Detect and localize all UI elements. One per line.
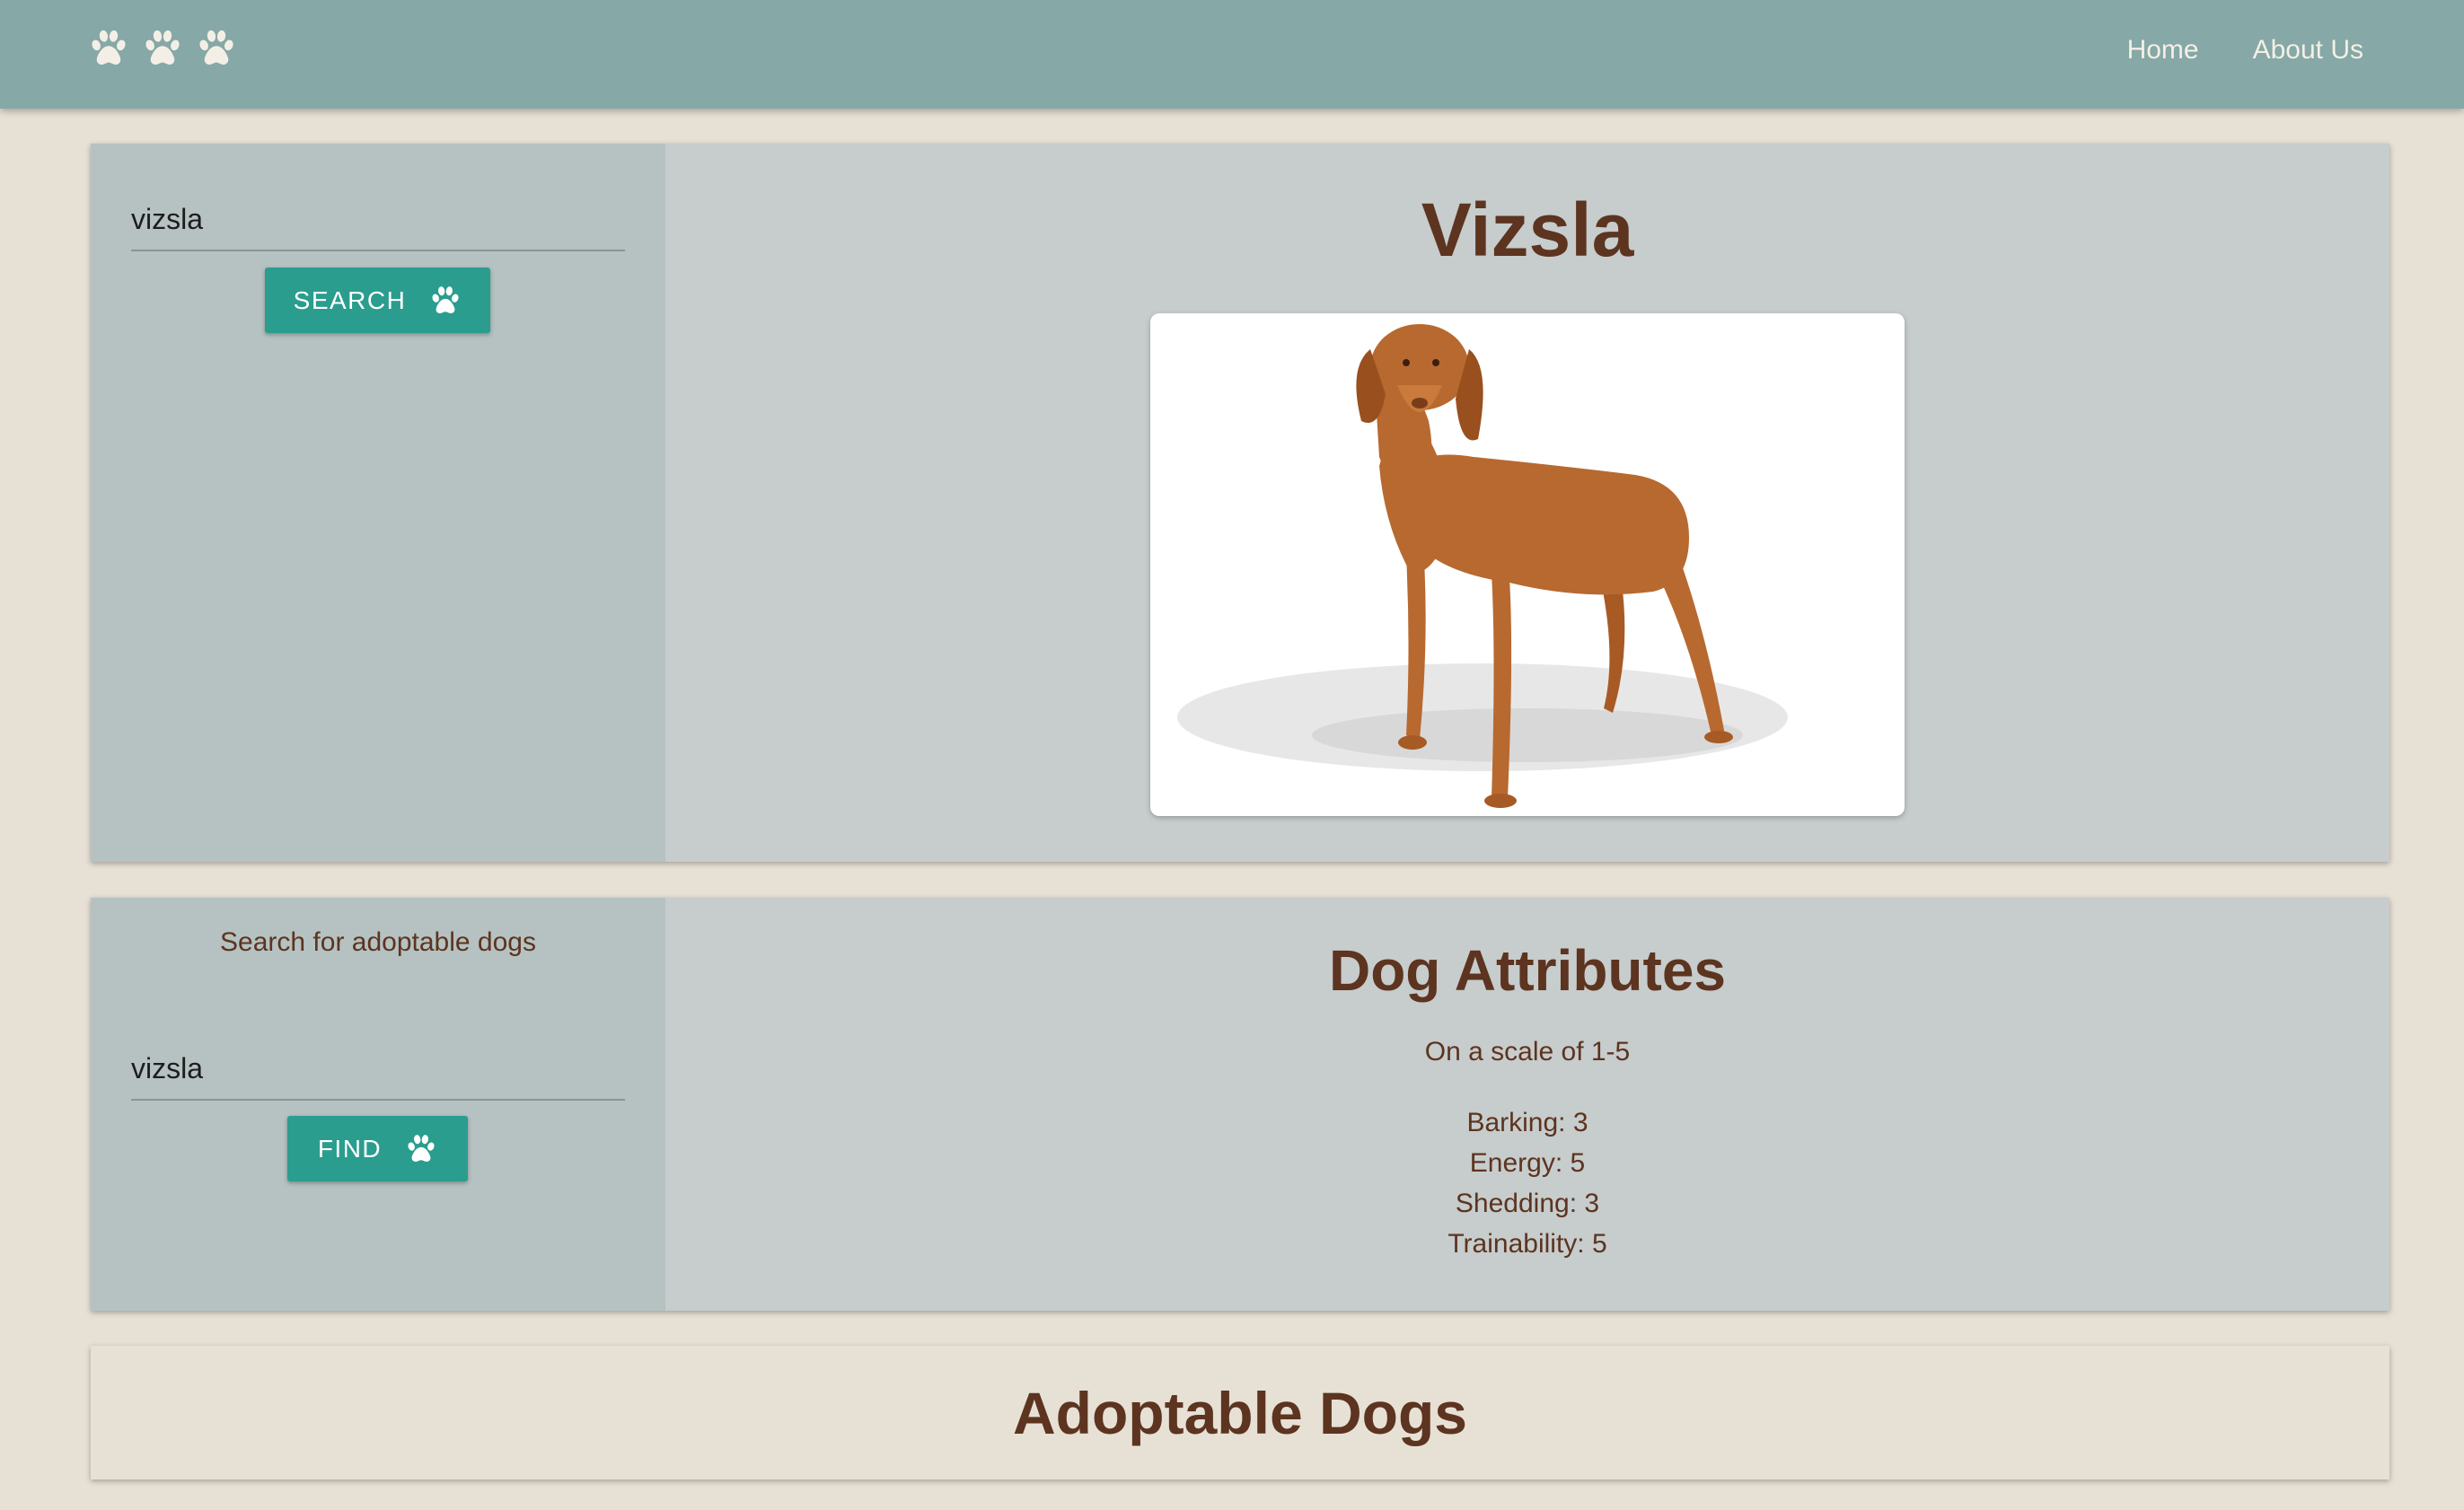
adoptable-card: Adoptable Dogs: [91, 1346, 2389, 1479]
paw-icon: [196, 28, 237, 69]
breed-search-panel: SEARCH: [91, 144, 665, 862]
paw-icon: [405, 1133, 437, 1165]
find-button-label: FIND: [317, 1134, 383, 1163]
vizsla-illustration: [1177, 324, 1788, 808]
paw-icon: [88, 28, 129, 69]
attributes-title: Dog Attributes: [1328, 938, 1727, 1003]
find-button[interactable]: FIND: [287, 1116, 468, 1181]
breed-name: Vizsla: [1421, 188, 1634, 272]
paw-icon: [429, 285, 462, 317]
nav-link-home[interactable]: Home: [2127, 35, 2199, 66]
logo[interactable]: [88, 28, 237, 69]
breed-search-input[interactable]: [131, 189, 625, 250]
attributes-subtitle: On a scale of 1-5: [1424, 1037, 1631, 1067]
attribute-item: Trainability: 5: [1448, 1229, 1607, 1259]
adoption-search-input[interactable]: [131, 1038, 625, 1099]
attributes-card: Search for adoptable dogs FIND Dog Attri…: [91, 898, 2389, 1311]
adoption-search-panel: Search for adoptable dogs FIND: [91, 898, 665, 1311]
adoption-search-field: [131, 1038, 625, 1101]
adoptable-title: Adoptable Dogs: [1013, 1379, 1467, 1446]
breed-search-field: [131, 189, 625, 251]
paw-icon: [142, 28, 183, 69]
dog-image: [1150, 313, 1905, 816]
breed-detail-panel: Vizsla: [665, 144, 2389, 862]
adoption-search-prompt: Search for adoptable dogs: [220, 927, 536, 957]
navbar: Home About Us: [0, 0, 2464, 109]
attribute-item: Barking: 3: [1466, 1108, 1588, 1137]
attributes-list: Barking: 3 Energy: 5 Shedding: 3 Trainab…: [665, 1102, 2389, 1264]
nav-links: Home About Us: [2127, 0, 2363, 101]
nav-link-about-us[interactable]: About Us: [2253, 35, 2363, 66]
breed-card: SEARCH Vizsla: [91, 144, 2389, 862]
attribute-item: Energy: 5: [1469, 1148, 1586, 1178]
search-button[interactable]: SEARCH: [265, 268, 490, 333]
attribute-item: Shedding: 3: [1455, 1189, 1600, 1218]
search-button-label: SEARCH: [293, 285, 407, 314]
attributes-panel: Dog Attributes On a scale of 1-5 Barking…: [665, 898, 2389, 1311]
